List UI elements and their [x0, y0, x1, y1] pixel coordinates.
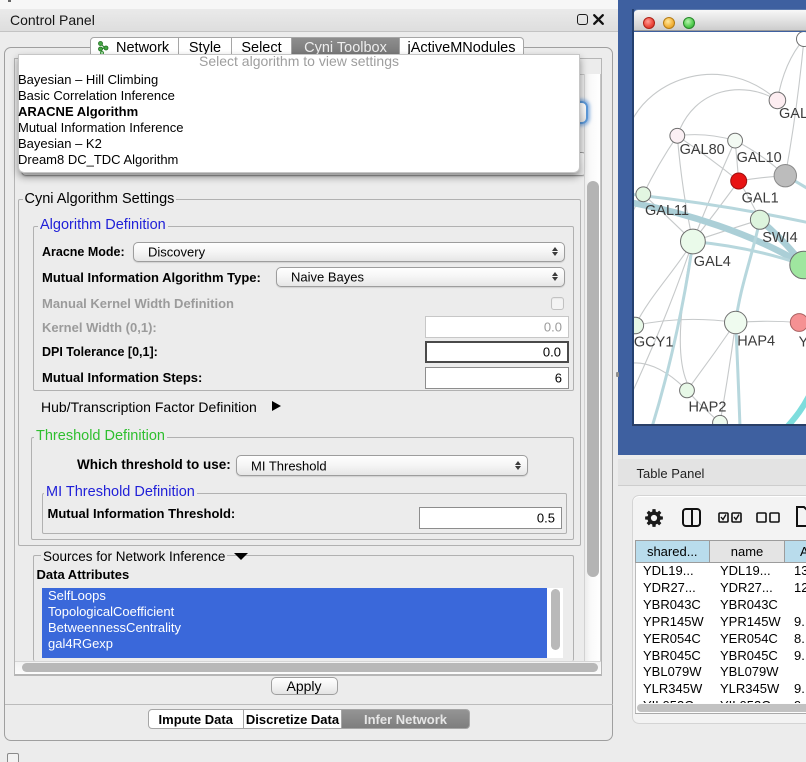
svg-text:YJ: YJ — [799, 335, 806, 351]
svg-text:HAP2: HAP2 — [689, 400, 727, 416]
svg-text:GCY1: GCY1 — [634, 335, 673, 351]
svg-text:GAL80: GAL80 — [680, 142, 725, 158]
svg-text:GAL1: GAL1 — [742, 191, 779, 207]
svg-text:GAL7: GAL7 — [779, 106, 806, 122]
svg-text:SWI4: SWI4 — [762, 230, 797, 246]
svg-text:GAL11: GAL11 — [645, 203, 689, 219]
svg-text:GAL4: GAL4 — [694, 254, 731, 270]
svg-text:HAP4: HAP4 — [737, 334, 775, 350]
svg-text:GAL10: GAL10 — [737, 150, 782, 166]
